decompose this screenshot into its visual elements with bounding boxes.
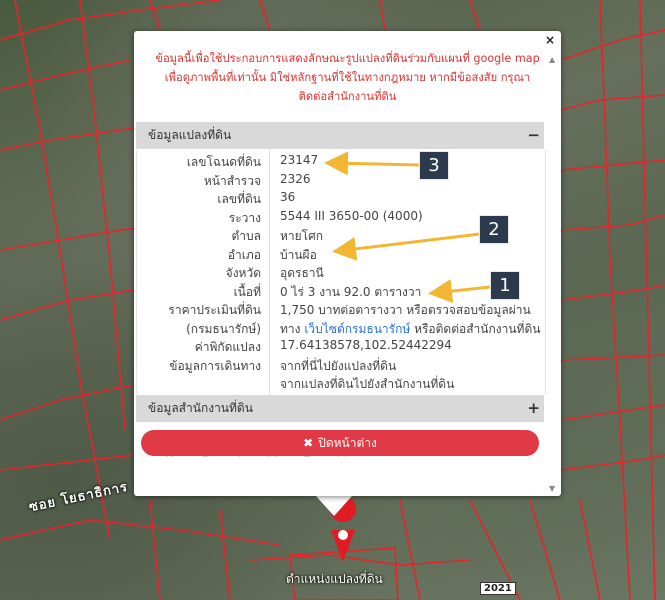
arrow-1 [428,279,491,304]
annotation-badge-3: 3 [420,152,448,179]
arrow-3 [324,151,421,176]
arrow-2 [332,232,481,261]
annotation-badge-1: 1 [491,272,519,299]
annotation-badge-2: 2 [480,216,508,243]
annotation-arrows [324,151,491,304]
